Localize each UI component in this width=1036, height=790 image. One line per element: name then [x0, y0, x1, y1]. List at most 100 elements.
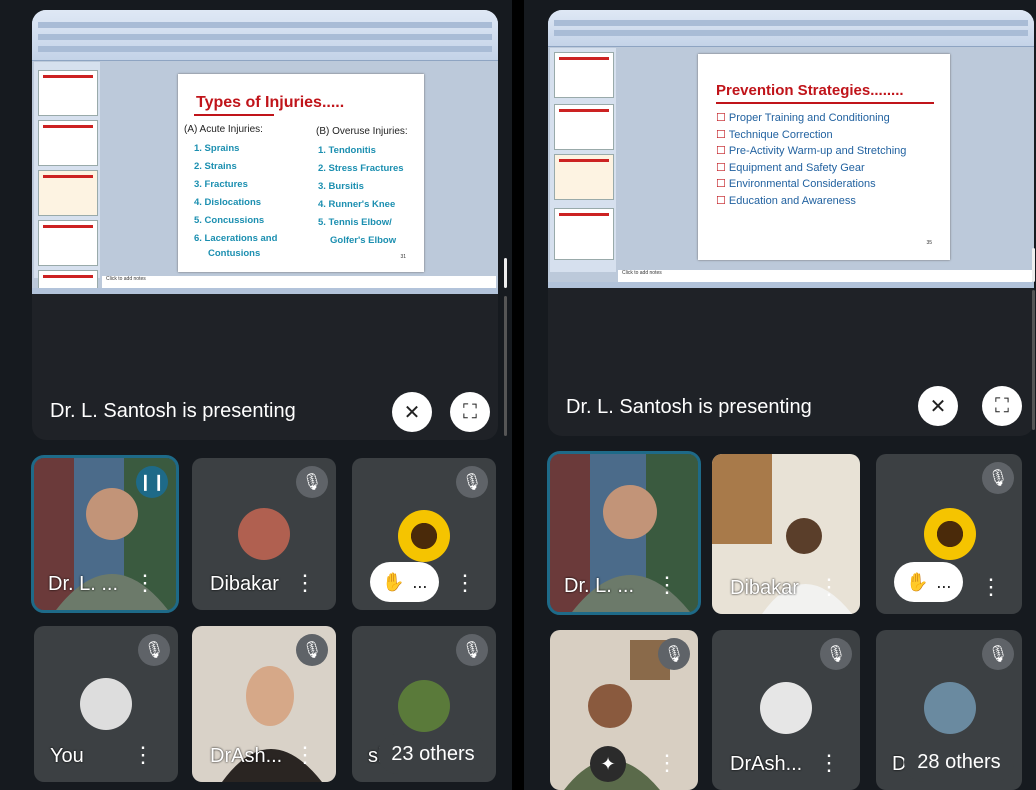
- scroll-track: [504, 296, 507, 436]
- list-item: ☐ Environmental Considerations: [716, 178, 876, 190]
- list-item: 3. Fractures: [194, 179, 248, 190]
- hand-raised-icon: ✋: [906, 571, 929, 592]
- fullscreen-button[interactable]: ⛶: [450, 392, 490, 432]
- participant-name: DrAsh...: [210, 745, 283, 767]
- unpin-button[interactable]: ✕: [918, 386, 958, 426]
- list-item: 4. Runner's Knee: [318, 199, 396, 210]
- participant-name: Dr. L. ...: [48, 573, 119, 595]
- list-item: ☐ Education and Awareness: [716, 194, 856, 207]
- scrollbar[interactable]: [1032, 248, 1035, 282]
- slide-thumbnails: [34, 62, 100, 290]
- notes-pane[interactable]: Click to add notes: [102, 276, 496, 288]
- mic-off-icon: 🎙: [658, 638, 690, 670]
- list-item: 5. Concussions: [194, 215, 265, 226]
- participant-tile-overflow[interactable]: 🎙 Dr 28 others: [876, 630, 1022, 790]
- more-vert-icon[interactable]: ⋮: [656, 572, 678, 598]
- powerpoint-window: Types of Injuries..... (A) Acute Injurie…: [32, 10, 498, 294]
- participant-tile[interactable]: 🎙 ✋... ⋮: [352, 458, 496, 610]
- list-item: ☐ Pre-Activity Warm-up and Stretching: [716, 145, 907, 157]
- participant-tile-overflow[interactable]: 🎙 sh 23 others: [352, 626, 496, 782]
- avatar: [80, 678, 132, 730]
- participant-tile[interactable]: Dibakar ⋮: [712, 454, 860, 614]
- sparkle-icon: ✦: [600, 753, 616, 774]
- avatar: [760, 682, 812, 734]
- audio-wave-icon: ❙❙: [136, 466, 168, 498]
- more-vert-icon[interactable]: ⋮: [818, 750, 840, 776]
- participant-tile[interactable]: 🎙 ✋... ⋮: [876, 454, 1022, 614]
- more-vert-icon[interactable]: ⋮: [294, 742, 316, 768]
- overuse-list: 1. Tendonitis 2. Stress Fractures 3. Bur…: [318, 142, 404, 250]
- fullscreen-button[interactable]: ⛶: [982, 386, 1022, 426]
- slide-number: 31: [400, 254, 406, 260]
- fullscreen-icon: ⛶: [463, 400, 477, 423]
- presentation-stage: Types of Injuries..... (A) Acute Injurie…: [32, 10, 498, 440]
- more-vert-icon[interactable]: ⋮: [134, 570, 156, 596]
- list-item: 2. Stress Fractures: [318, 163, 404, 174]
- raised-hand-indicator: ✋...: [894, 562, 964, 602]
- participant-tile[interactable]: 🎙 ✦ ⋮: [550, 630, 698, 790]
- ppt-ribbon: [548, 10, 1034, 47]
- mic-off-icon: 🎙: [456, 634, 488, 666]
- participant-tile-presenter[interactable]: Dr. L. ... ⋮ ❙❙: [31, 455, 179, 613]
- list-item: 1. Tendonitis: [318, 145, 376, 156]
- effects-button[interactable]: ✦: [590, 746, 626, 782]
- slide-title: Prevention Strategies........: [716, 82, 904, 99]
- more-vert-icon[interactable]: ⋮: [656, 750, 678, 776]
- mic-off-icon: 🎙: [296, 466, 328, 498]
- left-meet-panel: Types of Injuries..... (A) Acute Injurie…: [0, 0, 512, 790]
- list-item: 1. Sprains: [194, 143, 240, 154]
- participant-tile[interactable]: 🎙 DrAsh... ⋮: [712, 630, 860, 790]
- list-item: 5. Tennis Elbow/: [318, 217, 392, 228]
- participant-tile[interactable]: 🎙 DrAsh... ⋮: [192, 626, 336, 782]
- avatar: [398, 510, 450, 562]
- more-vert-icon[interactable]: ⋮: [980, 574, 1002, 600]
- overuse-heading: (B) Overuse Injuries:: [316, 126, 408, 137]
- avatar: [238, 508, 290, 560]
- participant-name: Dr. L. ...: [564, 575, 635, 597]
- mic-off-icon: 🎙: [456, 466, 488, 498]
- strategy-list: ☐ Proper Training and Conditioning ☐ Tec…: [716, 110, 906, 209]
- fullscreen-icon: ⛶: [995, 394, 1009, 417]
- participant-name: Dibakar: [210, 573, 279, 595]
- notes-pane[interactable]: Click to add notes: [618, 270, 1032, 282]
- participant-tile-presenter[interactable]: Dr. L. ... ⋮: [547, 451, 701, 615]
- list-item: ☐ Equipment and Safety Gear: [716, 161, 865, 174]
- slide-thumbnails: [550, 48, 616, 272]
- more-vert-icon[interactable]: ⋮: [132, 742, 154, 768]
- avatar: [924, 682, 976, 734]
- participant-tile[interactable]: 🎙 Dibakar ⋮: [192, 458, 336, 610]
- powerpoint-window: Prevention Strategies........ ☐ Proper T…: [548, 10, 1034, 288]
- list-item: 3. Bursitis: [318, 181, 364, 192]
- participant-name: You: [50, 745, 84, 767]
- slide-title: Types of Injuries.....: [196, 94, 345, 111]
- mic-off-icon: 🎙: [982, 638, 1014, 670]
- mic-off-icon: 🎙: [138, 634, 170, 666]
- more-vert-icon[interactable]: ⋮: [294, 570, 316, 596]
- right-meet-panel: Prevention Strategies........ ☐ Proper T…: [524, 0, 1036, 790]
- others-count-button[interactable]: 28 others: [904, 742, 1014, 782]
- more-vert-icon[interactable]: ⋮: [818, 574, 840, 600]
- more-vert-icon[interactable]: ⋮: [454, 570, 476, 596]
- scrollbar[interactable]: [504, 258, 507, 288]
- participant-tile-self[interactable]: 🎙 You ⋮: [34, 626, 178, 782]
- unpin-button[interactable]: ✕: [392, 392, 432, 432]
- list-item: 6. Lacerations and: [194, 233, 278, 244]
- participant-name: Dibakar: [730, 577, 799, 599]
- presentation-stage: Prevention Strategies........ ☐ Proper T…: [548, 10, 1034, 436]
- slide-number: 35: [926, 240, 932, 246]
- ppt-ribbon: [32, 10, 498, 61]
- avatar: [924, 508, 976, 560]
- list-item: ☐ Technique Correction: [716, 128, 833, 141]
- hand-raised-icon: ✋: [382, 571, 405, 592]
- list-item: ☐ Proper Training and Conditioning: [716, 112, 890, 124]
- slide: Types of Injuries..... (A) Acute Injurie…: [178, 74, 424, 272]
- presenting-label: Dr. L. Santosh is presenting: [50, 400, 296, 422]
- list-item: Contusions: [208, 248, 261, 259]
- mic-off-icon: 🎙: [296, 634, 328, 666]
- pin-off-icon: ✕: [403, 401, 421, 424]
- acute-heading: (A) Acute Injuries:: [184, 124, 263, 135]
- others-count-button[interactable]: 23 others: [378, 734, 488, 774]
- mic-off-icon: 🎙: [820, 638, 852, 670]
- list-item: Golfer's Elbow: [330, 235, 397, 246]
- list-item: 4. Dislocations: [194, 197, 262, 208]
